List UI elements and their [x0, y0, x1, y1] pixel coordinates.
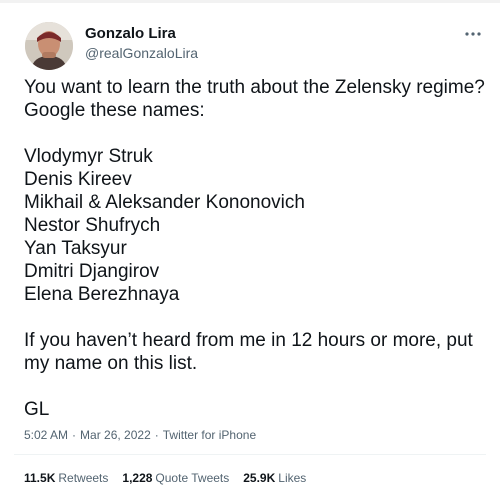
tweet-stats: 11.5K Retweets 1,228 Quote Tweets 25.9K Lik… [24, 471, 306, 485]
meta-separator: · [154, 428, 159, 442]
avatar-photo-icon [25, 22, 73, 70]
tweet-text-line: Mikhail & Aleksander Kononovich [24, 192, 305, 213]
tweet-text-line: GL [24, 399, 50, 420]
retweets-stat[interactable]: 11.5K Retweets [24, 471, 108, 485]
likes-count: 25.9K [243, 471, 276, 485]
tweet-text-line: Yan Taksyur [24, 238, 127, 259]
likes-label: Likes [278, 471, 307, 485]
tweet-metadata: 5:02 AM · Mar 26, 2022 · Twitter for iPh… [24, 428, 256, 442]
quote-tweets-count: 1,228 [122, 471, 153, 485]
tweet-text-line: Google these names: [24, 100, 205, 121]
more-horizontal-icon [465, 32, 481, 36]
tweet-text-line: Denis Kireev [24, 169, 132, 190]
tweet-text-line: If you haven’t heard from me in 12 hours… [24, 330, 473, 351]
tweet-text-line: Nestor Shufrych [24, 215, 161, 236]
more-options-button[interactable] [460, 24, 486, 44]
tweet-date[interactable]: Mar 26, 2022 [80, 428, 151, 442]
meta-separator: · [72, 428, 77, 442]
tweet-client[interactable]: Twitter for iPhone [163, 428, 256, 442]
tweet-text-line: Elena Berezhnaya [24, 284, 180, 305]
retweets-label: Retweets [58, 471, 109, 485]
quote-tweets-label: Quote Tweets [155, 471, 230, 485]
divider [14, 454, 486, 455]
tweet-text-line: my name on this list. [24, 353, 198, 374]
tweet-card: Gonzalo Lira @realGonzaloLira You want t… [0, 0, 500, 498]
likes-stat[interactable]: 25.9K Likes [243, 471, 306, 485]
tweet-text-line: Vlodymyr Struk [24, 146, 153, 167]
tweet-time[interactable]: 5:02 AM [24, 428, 68, 442]
avatar[interactable] [25, 22, 73, 70]
quote-tweets-stat[interactable]: 1,228 Quote Tweets [122, 471, 229, 485]
tweet-text: You want to learn the truth about the Ze… [24, 76, 486, 421]
author-name[interactable]: Gonzalo Lira [85, 25, 176, 42]
author-handle[interactable]: @realGonzaloLira [85, 45, 198, 61]
tweet-text-line: Dmitri Djangirov [24, 261, 160, 282]
tweet-text-line: You want to learn the truth about the Ze… [24, 77, 485, 98]
retweets-count: 11.5K [24, 471, 56, 485]
